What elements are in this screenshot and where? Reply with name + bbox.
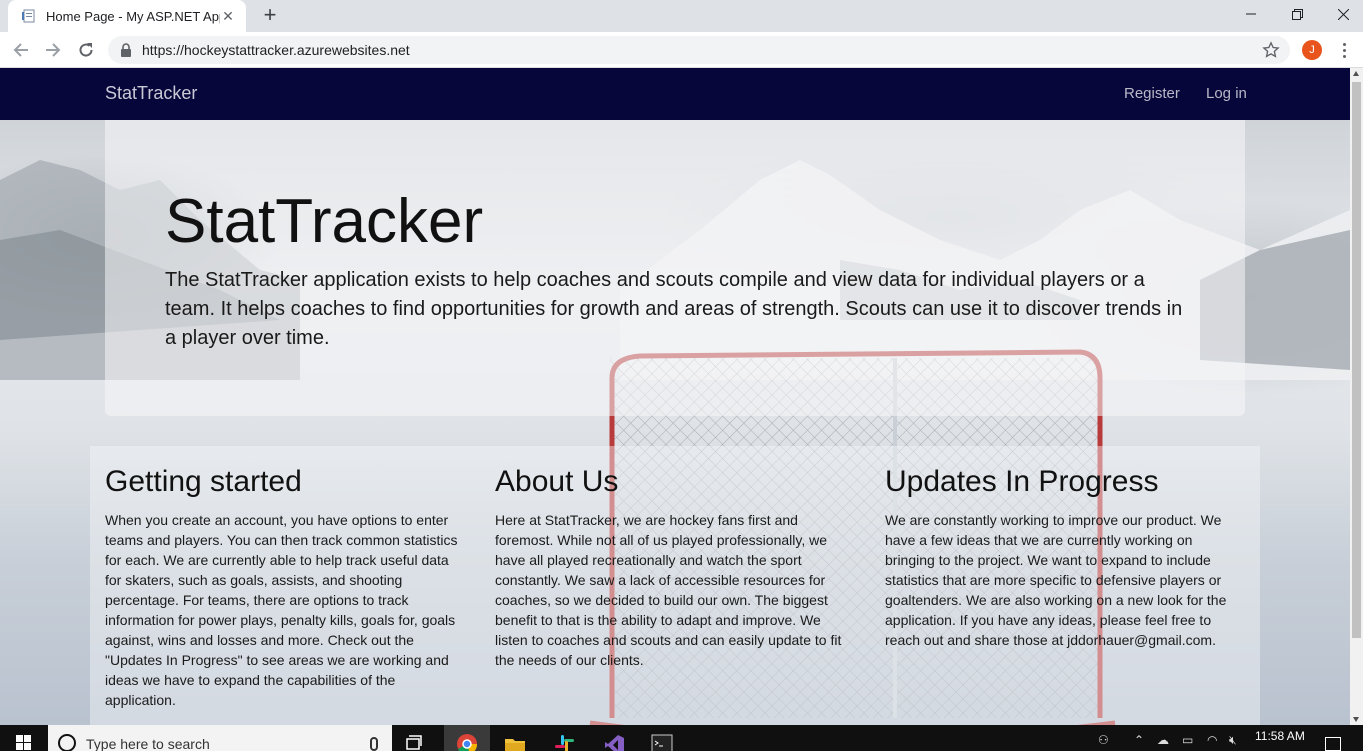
column-about-us: About Us Here at StatTracker, we are hoc… bbox=[495, 464, 855, 670]
tab-title: Home Page - My ASP.NET Applic bbox=[46, 8, 220, 24]
cloud-icon[interactable]: ☁ bbox=[1157, 733, 1169, 747]
slack-icon[interactable] bbox=[553, 731, 575, 751]
column-body: Here at StatTracker, we are hockey fans … bbox=[495, 512, 842, 668]
task-view-icon[interactable] bbox=[404, 731, 426, 751]
column-heading: About Us bbox=[495, 465, 619, 498]
battery-icon[interactable]: ▭ bbox=[1182, 733, 1193, 747]
column-heading: Updates In Progress bbox=[885, 465, 1159, 498]
chevron-up-icon[interactable]: ⌃ bbox=[1134, 733, 1144, 747]
site-navbar: StatTracker Register Log in bbox=[0, 68, 1350, 120]
login-link[interactable]: Log in bbox=[1206, 85, 1247, 102]
tab-close-icon[interactable]: ✕ bbox=[220, 8, 236, 25]
microphone-icon[interactable] bbox=[370, 737, 378, 751]
more-icon[interactable] bbox=[1334, 40, 1354, 60]
volume-muted-icon[interactable]: 🔇︎ bbox=[1229, 733, 1237, 748]
tab-strip: Home Page - My ASP.NET Applic ✕ + bbox=[0, 0, 1363, 32]
notifications-icon[interactable] bbox=[1325, 737, 1341, 751]
lock-icon bbox=[121, 43, 131, 57]
new-tab-icon[interactable]: + bbox=[258, 4, 282, 28]
taskbar-search-box[interactable]: Type here to search bbox=[48, 725, 392, 751]
column-updates: Updates In Progress We are constantly wo… bbox=[885, 464, 1245, 650]
terminal-icon[interactable] bbox=[651, 731, 673, 751]
taskbar-clock[interactable]: 11:58 AM bbox=[1255, 729, 1305, 743]
column-heading: Getting started bbox=[105, 465, 302, 498]
close-window-icon[interactable] bbox=[1320, 0, 1363, 28]
visual-studio-icon[interactable] bbox=[603, 731, 625, 751]
windows-taskbar: Type here to search ⚇ ⌃ ☁ ▭ ◠ 🔇︎ 11:58 A… bbox=[0, 725, 1363, 751]
star-icon[interactable] bbox=[1262, 41, 1280, 59]
taskbar-search-placeholder: Type here to search bbox=[86, 736, 210, 751]
chrome-icon[interactable] bbox=[456, 731, 478, 751]
scrollbar-thumb[interactable] bbox=[1352, 82, 1361, 638]
scroll-up-icon[interactable] bbox=[1353, 71, 1359, 76]
address-bar[interactable]: https://hockeystattracker.azurewebsites.… bbox=[108, 36, 1290, 64]
brand-link[interactable]: StatTracker bbox=[105, 83, 197, 104]
restore-icon[interactable] bbox=[1274, 0, 1320, 28]
hero-title: StatTracker bbox=[165, 187, 484, 256]
browser-tab[interactable]: Home Page - My ASP.NET Applic ✕ bbox=[8, 0, 246, 32]
column-body: When you create an account, you have opt… bbox=[105, 512, 458, 708]
reload-icon[interactable] bbox=[74, 38, 98, 62]
browser-toolbar: https://hockeystattracker.azurewebsites.… bbox=[0, 32, 1363, 68]
hero-lead: The StatTracker application exists to he… bbox=[165, 269, 1183, 349]
page-icon bbox=[22, 9, 35, 23]
column-getting-started: Getting started When you create an accou… bbox=[105, 464, 465, 710]
search-icon bbox=[58, 734, 76, 751]
windows-start-icon[interactable] bbox=[0, 725, 48, 751]
forward-arrow-icon[interactable] bbox=[41, 38, 65, 62]
url-text: https://hockeystattracker.azurewebsites.… bbox=[142, 42, 410, 58]
register-link[interactable]: Register bbox=[1124, 85, 1180, 102]
people-icon[interactable]: ⚇ bbox=[1098, 733, 1109, 747]
column-body: We are constantly working to improve our… bbox=[885, 512, 1227, 648]
wifi-icon[interactable]: ◠ bbox=[1207, 733, 1217, 747]
back-arrow-icon[interactable] bbox=[9, 38, 33, 62]
profile-avatar[interactable]: J bbox=[1302, 40, 1322, 60]
file-explorer-icon[interactable] bbox=[504, 731, 526, 751]
minimize-icon[interactable] bbox=[1228, 0, 1274, 28]
hero-jumbotron: StatTracker The StatTracker application … bbox=[105, 120, 1245, 416]
page-viewport: StatTracker Register Log in StatTracker … bbox=[0, 68, 1350, 725]
scroll-down-icon[interactable] bbox=[1353, 717, 1359, 722]
page-scrollbar[interactable] bbox=[1350, 68, 1363, 725]
